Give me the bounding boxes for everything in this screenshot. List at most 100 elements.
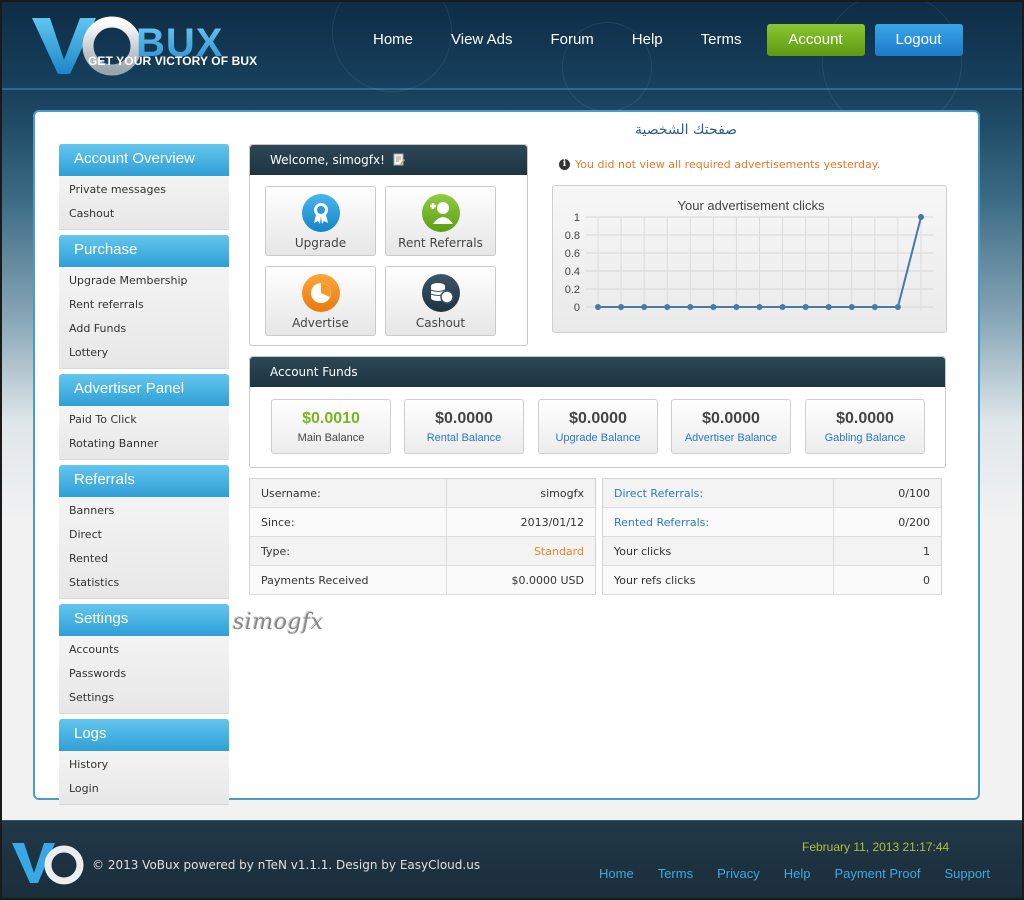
sidebar-item-accounts[interactable]: Accounts bbox=[59, 638, 229, 662]
gabling-balance-link[interactable]: Gabling Balance bbox=[806, 432, 924, 444]
edit-profile-icon[interactable] bbox=[393, 153, 405, 166]
gabling-balance-card: $0.0000 Gabling Balance bbox=[805, 399, 925, 454]
table-row: Since: 2013/01/12 bbox=[249, 507, 596, 537]
rental-balance-amount: $0.0000 bbox=[435, 410, 493, 427]
main-balance-card: $0.0010 Main Balance bbox=[271, 399, 391, 454]
rented-referrals-link[interactable]: Rented Referrals: bbox=[614, 516, 709, 529]
sidebar-item-add-funds[interactable]: Add Funds bbox=[59, 317, 229, 341]
info-icon: i bbox=[559, 159, 570, 170]
table-row: Payments Received $0.0000 USD bbox=[249, 565, 596, 595]
cashout-tile[interactable]: Cashout bbox=[385, 266, 496, 336]
sidebar-item-lottery[interactable]: Lottery bbox=[59, 341, 229, 365]
welcome-title: Welcome, simogfx! bbox=[270, 153, 385, 167]
nav-forum[interactable]: Forum bbox=[531, 24, 612, 56]
sidebar-item-settings[interactable]: Settings bbox=[59, 686, 229, 710]
footer-link-privacy[interactable]: Privacy bbox=[717, 866, 760, 881]
chart-y-tick-label: 0.4 bbox=[565, 266, 580, 278]
user-signature: simogfx bbox=[233, 610, 324, 635]
site-logo[interactable]: BUX bbox=[30, 12, 290, 82]
upgrade-tile-label: Upgrade bbox=[294, 236, 347, 250]
sidebar-section-referrals[interactable]: Referrals bbox=[59, 465, 229, 497]
rental-balance-link[interactable]: Rental Balance bbox=[405, 432, 523, 444]
chart-y-axis: 0 0.2 0.4 0.6 0.8 1 bbox=[565, 212, 580, 314]
sidebar-item-rotating-banner[interactable]: Rotating Banner bbox=[59, 432, 229, 456]
page-title: صفحتك الشخصية bbox=[635, 122, 738, 138]
sidebar-item-direct[interactable]: Direct bbox=[59, 523, 229, 547]
site-header: BUX GET YOUR VICTORY OF BUX Home View Ad… bbox=[2, 2, 1022, 132]
chart-point bbox=[687, 304, 694, 310]
sidebar-group: Paid To Click Rotating Banner bbox=[59, 406, 229, 460]
vobux-small-logo-icon bbox=[12, 843, 84, 885]
sidebar-item-banners[interactable]: Banners bbox=[59, 499, 229, 523]
sidebar-section-logs[interactable]: Logs bbox=[59, 719, 229, 751]
upgrade-tile[interactable]: Upgrade bbox=[265, 186, 376, 256]
chart-point bbox=[710, 304, 717, 310]
chart-y-tick-label: 0.6 bbox=[565, 248, 580, 260]
footer-logo[interactable] bbox=[12, 839, 86, 890]
chart-point bbox=[779, 304, 786, 310]
table-row: Your refs clicks 0 bbox=[602, 565, 942, 595]
copyright-text: © 2013 VoBux powered by nTeN v1.1.1. Des… bbox=[92, 858, 481, 872]
cashout-tile-label: Cashout bbox=[415, 316, 466, 330]
upgrade-balance-amount: $0.0000 bbox=[569, 410, 627, 427]
nav-terms[interactable]: Terms bbox=[682, 24, 761, 56]
sidebar-item-upgrade-membership[interactable]: Upgrade Membership bbox=[59, 269, 229, 293]
nav-view-ads[interactable]: View Ads bbox=[432, 24, 531, 56]
logo-tagline: GET YOUR VICTORY OF BUX bbox=[88, 54, 258, 68]
sidebar-item-cashout[interactable]: Cashout bbox=[59, 202, 229, 226]
site-footer: © 2013 VoBux powered by nTeN v1.1.1. Des… bbox=[2, 820, 1022, 898]
sidebar-item-paid-to-click[interactable]: Paid To Click bbox=[59, 408, 229, 432]
advertiser-balance-link[interactable]: Advertiser Balance bbox=[672, 432, 790, 444]
advertise-tile[interactable]: Advertise bbox=[265, 266, 376, 336]
type-key: Type: bbox=[249, 536, 447, 566]
footer-link-help[interactable]: Help bbox=[784, 866, 811, 881]
chart-point bbox=[618, 304, 625, 310]
chart-y-tick-label: 1 bbox=[574, 212, 580, 224]
gabling-balance-amount: $0.0000 bbox=[836, 410, 894, 427]
account-button[interactable]: Account bbox=[766, 24, 865, 56]
upgrade-balance-link[interactable]: Upgrade Balance bbox=[539, 432, 657, 444]
notice-text: You did not view all required advertisem… bbox=[575, 158, 881, 171]
sidebar-item-rent-referrals[interactable]: Rent referrals bbox=[59, 293, 229, 317]
chart-y-tick-label: 0.2 bbox=[565, 284, 580, 296]
sidebar-section-purchase[interactable]: Purchase bbox=[59, 235, 229, 267]
footer-link-support[interactable]: Support bbox=[944, 866, 990, 881]
sidebar-section-settings[interactable]: Settings bbox=[59, 604, 229, 636]
sidebar-item-rented[interactable]: Rented bbox=[59, 547, 229, 571]
welcome-header: Welcome, simogfx! bbox=[250, 145, 527, 175]
table-row: Type: Standard bbox=[249, 536, 596, 566]
sidebar-item-login[interactable]: Login bbox=[59, 777, 229, 801]
sidebar-item-history[interactable]: History bbox=[59, 753, 229, 777]
footer-nav: Home Terms Privacy Help Payment Proof Su… bbox=[575, 866, 990, 881]
since-key: Since: bbox=[249, 507, 447, 537]
sidebar-group: Banners Direct Rented Statistics bbox=[59, 497, 229, 599]
server-datetime: February 11, 2013 21:17:44 bbox=[802, 840, 950, 854]
main-nav: Home View Ads Forum Help Terms Account L… bbox=[354, 24, 963, 56]
footer-link-terms[interactable]: Terms bbox=[658, 866, 693, 881]
pie-chart-icon bbox=[301, 274, 340, 312]
footer-link-home[interactable]: Home bbox=[599, 866, 634, 881]
sidebar-section-account-overview[interactable]: Account Overview bbox=[59, 144, 229, 176]
nav-help[interactable]: Help bbox=[613, 24, 682, 56]
table-row: Your clicks 1 bbox=[602, 536, 942, 566]
logout-button[interactable]: Logout bbox=[874, 24, 963, 56]
funds-header: Account Funds bbox=[250, 357, 945, 387]
since-value: 2013/01/12 bbox=[446, 507, 596, 537]
account-funds: Account Funds $0.0010 Main Balance $0.00… bbox=[249, 356, 946, 468]
sidebar-item-passwords[interactable]: Passwords bbox=[59, 662, 229, 686]
chart-point bbox=[595, 304, 601, 310]
table-row: Direct Referrals: 0/100 bbox=[602, 478, 942, 508]
your-clicks-value: 1 bbox=[833, 536, 942, 566]
nav-home[interactable]: Home bbox=[354, 24, 432, 56]
sidebar-section-advertiser-panel[interactable]: Advertiser Panel bbox=[59, 374, 229, 406]
chart-point bbox=[918, 214, 924, 220]
footer-link-payment-proof[interactable]: Payment Proof bbox=[834, 866, 920, 881]
your-clicks-key: Your clicks bbox=[602, 536, 834, 566]
chart-point bbox=[641, 304, 648, 310]
rent-referrals-tile[interactable]: Rent Referrals bbox=[385, 186, 496, 256]
sidebar-item-statistics[interactable]: Statistics bbox=[59, 571, 229, 595]
sidebar-group: Accounts Passwords Settings bbox=[59, 636, 229, 714]
advertiser-balance-card: $0.0000 Advertiser Balance bbox=[671, 399, 791, 454]
sidebar-item-private-messages[interactable]: Private messages bbox=[59, 178, 229, 202]
direct-referrals-link[interactable]: Direct Referrals: bbox=[614, 487, 703, 500]
